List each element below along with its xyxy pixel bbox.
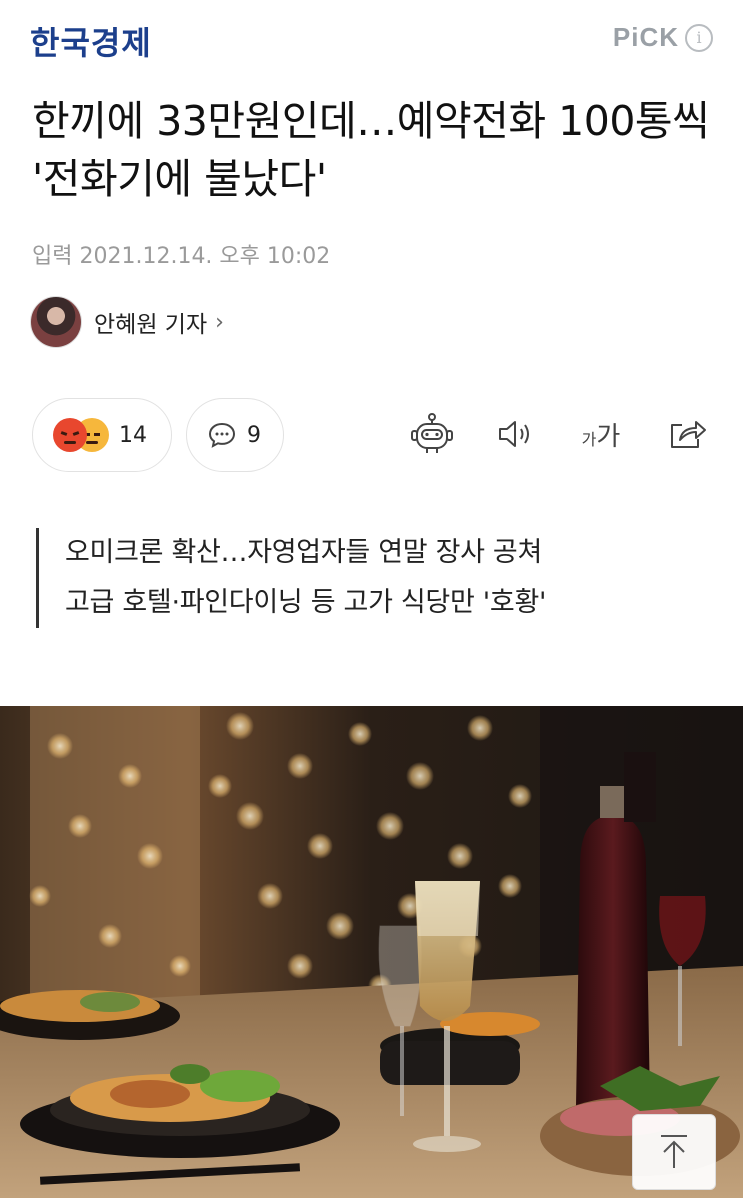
angry-emoji-icon (53, 418, 87, 452)
comment-button[interactable]: 9 (186, 398, 284, 472)
font-size-button[interactable]: 가가 (576, 412, 626, 456)
share-button[interactable] (664, 412, 710, 456)
reaction-count: 14 (119, 422, 147, 448)
info-icon[interactable]: i (685, 23, 713, 52)
header: 한국경제 PiCK i (0, 0, 743, 80)
summary-button[interactable] (408, 412, 456, 456)
robot-summary-icon (411, 413, 453, 453)
share-icon (671, 421, 706, 448)
speaker-icon (499, 421, 529, 447)
comment-icon (208, 422, 236, 448)
reaction-button[interactable]: 14 (32, 398, 172, 472)
pick-label: PiCK (612, 22, 679, 52)
article-subhead: 오미크론 확산…자영업자들 연말 장사 공쳐 고급 호텔·파인다이닝 등 고가 … (36, 528, 546, 628)
reporter-link[interactable]: 안혜원 기자 › (30, 296, 224, 348)
listen-button[interactable] (494, 412, 538, 456)
avatar (30, 296, 82, 348)
pick-badge[interactable]: PiCK i (613, 22, 713, 53)
logo[interactable]: 한국경제 (30, 18, 152, 64)
scroll-top-icon (661, 1135, 687, 1168)
comment-count: 9 (247, 422, 261, 448)
article-headline: 한끼에 33만원인데…예약전화 100통씩 '전화기에 불났다' (32, 97, 710, 203)
action-bar: 14 9 가가 (0, 398, 743, 474)
font-size-icon: 가가 (581, 421, 621, 452)
scroll-top-button[interactable] (632, 1114, 716, 1190)
subhead-line: 고급 호텔·파인다이닝 등 고가 식당만 '호황' (65, 587, 547, 618)
article-date: 입력 2021.12.14. 오후 10:02 (32, 244, 331, 269)
subhead-line: 오미크론 확산…자영업자들 연말 장사 공쳐 (65, 537, 543, 568)
reporter-name: 안혜원 기자 (94, 312, 208, 338)
chevron-right-icon: › (215, 309, 224, 335)
